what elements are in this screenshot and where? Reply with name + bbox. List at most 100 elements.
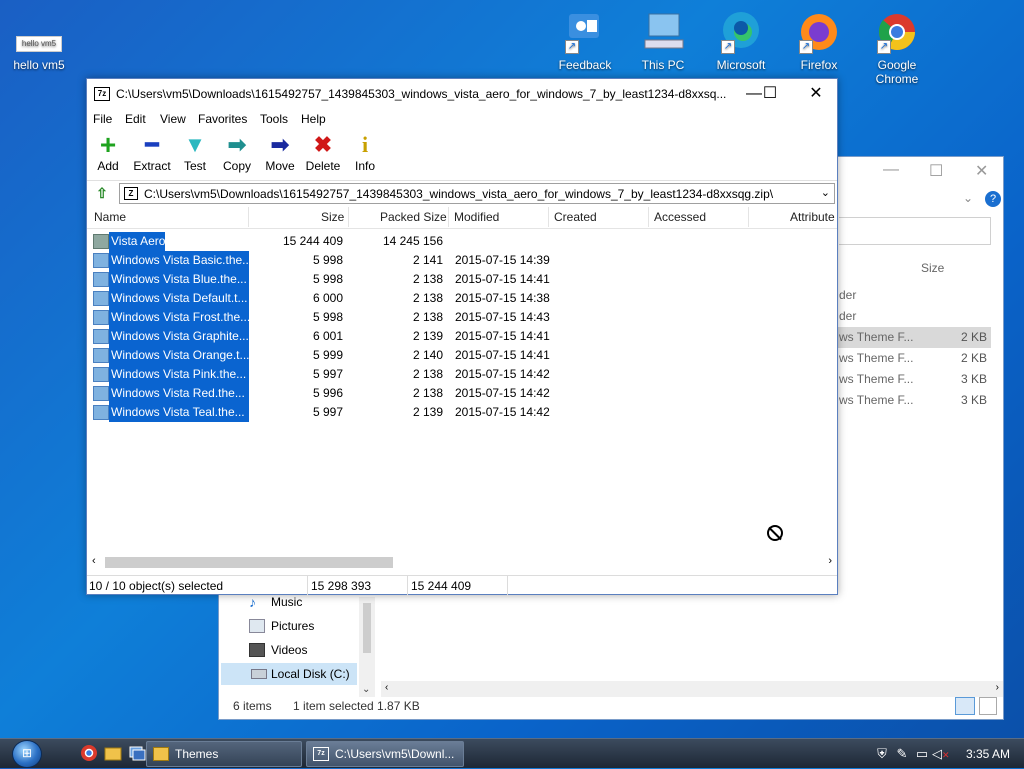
chrome-icon: ↗	[875, 10, 919, 54]
taskbar-item-themes[interactable]: Themes	[146, 741, 302, 767]
network-icon[interactable]: ▭	[914, 746, 930, 762]
chevron-down-icon[interactable]: ⌄	[963, 191, 973, 205]
address-bar: ⇧ Z C:\Users\vm5\Downloads\1615492757_14…	[87, 181, 837, 205]
tiles-view-icon[interactable]	[979, 697, 997, 715]
table-row[interactable]: Windows Vista Orange.t... 5 999 2 140 2015-…	[87, 346, 837, 365]
file-list: Vista Aero 15 244 409 14 245 156 Windows Vi…	[87, 229, 837, 549]
table-row[interactable]: Windows Vista Red.the... 5 996 2 138 2015-0…	[87, 384, 837, 403]
nav-item-local-disk[interactable]: Local Disk (C:)	[221, 663, 357, 685]
info-icon: i	[361, 132, 369, 157]
desktop-icon-label: Google Chrome	[875, 58, 919, 86]
desktop-icon-label: Microsoft Edge	[716, 58, 766, 72]
add-button[interactable]: + Add	[95, 131, 121, 174]
explorer-search-box[interactable]	[839, 217, 991, 245]
table-row[interactable]: Windows Vista Pink.the... 5 997 2 138 2015-…	[87, 365, 837, 384]
theme-file-icon	[93, 272, 109, 287]
nav-item-pictures[interactable]: Pictures	[249, 615, 314, 637]
list-item[interactable]: ws Theme F... 3 KB	[837, 390, 991, 411]
taskbar-item-7zip[interactable]: 7z C:\Users\vm5\Downl...	[306, 741, 464, 767]
table-row[interactable]: Windows Vista Teal.the... 5 997 2 139 2015-…	[87, 403, 837, 422]
column-header-created[interactable]: Created	[554, 210, 597, 224]
pictures-icon	[249, 619, 265, 633]
start-button[interactable]: ⊞	[8, 739, 50, 769]
column-header-modified[interactable]: Modified	[454, 210, 499, 224]
cell-modified: 2015-07-15 14:38	[455, 291, 550, 305]
horizontal-scrollbar[interactable]: ‹ ›	[87, 553, 837, 571]
table-row[interactable]: Windows Vista Default.t... 6 000 2 138 2015…	[87, 289, 837, 308]
minimize-icon[interactable]: —	[883, 161, 899, 179]
column-header-attributes[interactable]: Attribute	[790, 210, 835, 224]
move-button[interactable]: ➡ Move	[263, 131, 297, 173]
list-item[interactable]: der	[837, 285, 991, 306]
cell-name: Windows Vista Red.the...	[109, 384, 249, 403]
copy-button[interactable]: ➡ Copy	[221, 131, 253, 173]
menu-favorites[interactable]: Favorites	[198, 112, 247, 126]
desktop-icon-this-pc[interactable]: This PC	[626, 10, 700, 72]
chevron-left-icon[interactable]: ‹	[385, 682, 388, 693]
window-switcher-icon[interactable]	[128, 744, 148, 764]
cell-packed-size: 2 139	[412, 405, 443, 419]
clock[interactable]: 3:35 AM	[966, 747, 1010, 761]
volume-muted-icon[interactable]: ◁✕	[932, 746, 950, 762]
table-row[interactable]: Windows Vista Basic.the... 5 998 2 141 2015…	[87, 251, 837, 270]
table-row[interactable]: Windows Vista Blue.the... 5 998 2 138 2015-…	[87, 270, 837, 289]
column-header-packed-size[interactable]: Packed Size	[380, 210, 447, 224]
desktop-icon-edge[interactable]: ↗ Microsoft Edge	[704, 10, 778, 72]
chevron-left-icon[interactable]: ‹	[92, 555, 96, 567]
scrollbar-thumb[interactable]	[363, 603, 371, 653]
table-row[interactable]: Windows Vista Frost.the... 5 998 2 138 2015…	[87, 308, 837, 327]
chevron-right-icon[interactable]: ›	[828, 555, 832, 567]
delete-button[interactable]: ✖ Delete	[305, 131, 341, 173]
close-button[interactable]: ✕	[801, 83, 831, 105]
details-view-icon[interactable]	[955, 697, 975, 715]
table-row[interactable]: Windows Vista Graphite... 6 001 2 139 2015-…	[87, 327, 837, 346]
nav-item-videos[interactable]: Videos	[249, 639, 307, 661]
nav-scrollbar[interactable]: ⌄	[359, 597, 375, 697]
close-icon[interactable]: ✕	[975, 161, 988, 181]
column-header-name[interactable]: Name	[94, 210, 126, 224]
chevron-right-icon[interactable]: ›	[996, 682, 999, 693]
chrome-quicklaunch-icon[interactable]	[80, 744, 100, 764]
help-icon[interactable]: ?	[985, 191, 1001, 207]
videos-icon	[249, 643, 265, 657]
chevron-down-icon[interactable]: ⌄	[821, 186, 830, 199]
cell-packed-size: 2 140	[412, 348, 443, 362]
maximize-button[interactable]: ☐	[755, 83, 785, 105]
file-explorer-quicklaunch-icon[interactable]	[104, 744, 124, 764]
sevenzip-window[interactable]: 7z C:\Users\vm5\Downloads\1615492757_143…	[86, 78, 838, 596]
maximize-icon[interactable]: ☐	[929, 161, 943, 181]
desktop-icon-chrome[interactable]: ↗ Google Chrome	[860, 10, 934, 86]
list-item[interactable]: ws Theme F... 3 KB	[837, 369, 991, 390]
column-header-accessed[interactable]: Accessed	[654, 210, 706, 224]
folder-up-icon[interactable]: ⇧	[93, 184, 111, 202]
list-item[interactable]: ws Theme F... 2 KB	[837, 327, 991, 348]
info-button[interactable]: i Info	[353, 131, 377, 173]
address-input[interactable]: Z C:\Users\vm5\Downloads\1615492757_1439…	[119, 183, 835, 204]
scrollbar-thumb[interactable]	[105, 557, 393, 568]
menu-edit[interactable]: Edit	[125, 112, 146, 126]
theme-file-icon	[93, 348, 109, 363]
toolbar: + Add ━ Extract ▼ Test ➡ Copy ➡ Move ✖ D…	[87, 129, 837, 181]
menu-view[interactable]: View	[160, 112, 186, 126]
desktop-icon-firefox[interactable]: ↗ Firefox	[782, 10, 856, 72]
windows-logo-icon: ⊞	[21, 746, 33, 760]
column-header-size[interactable]: Size	[321, 210, 344, 224]
status-selection: 10 / 10 object(s) selected	[89, 579, 224, 593]
desktop-icon-feedback-hub[interactable]: ↗ Feedback Hub	[548, 10, 622, 72]
table-row[interactable]: Vista Aero 15 244 409 14 245 156	[87, 232, 837, 251]
list-item[interactable]: der	[837, 306, 991, 327]
extract-button[interactable]: ━ Extract	[131, 131, 173, 173]
menu-file[interactable]: File	[93, 112, 112, 126]
cell-name: Windows Vista Graphite...	[109, 327, 249, 346]
desktop-icon-label: hello vm5	[13, 58, 65, 72]
column-header-size[interactable]: Size	[921, 261, 944, 275]
status-item-count: 6 items	[233, 699, 272, 713]
menu-tools[interactable]: Tools	[260, 112, 288, 126]
security-shield-icon[interactable]: ⛨	[874, 746, 890, 762]
tools-icon[interactable]: ✎	[894, 746, 910, 762]
desktop-icon-hello-vm5[interactable]: hello vm5 hello vm5	[2, 36, 76, 72]
menu-help[interactable]: Help	[301, 112, 326, 126]
test-button[interactable]: ▼ Test	[181, 131, 209, 173]
cell-size: 5 997	[312, 367, 343, 381]
list-item[interactable]: ws Theme F... 2 KB	[837, 348, 991, 369]
